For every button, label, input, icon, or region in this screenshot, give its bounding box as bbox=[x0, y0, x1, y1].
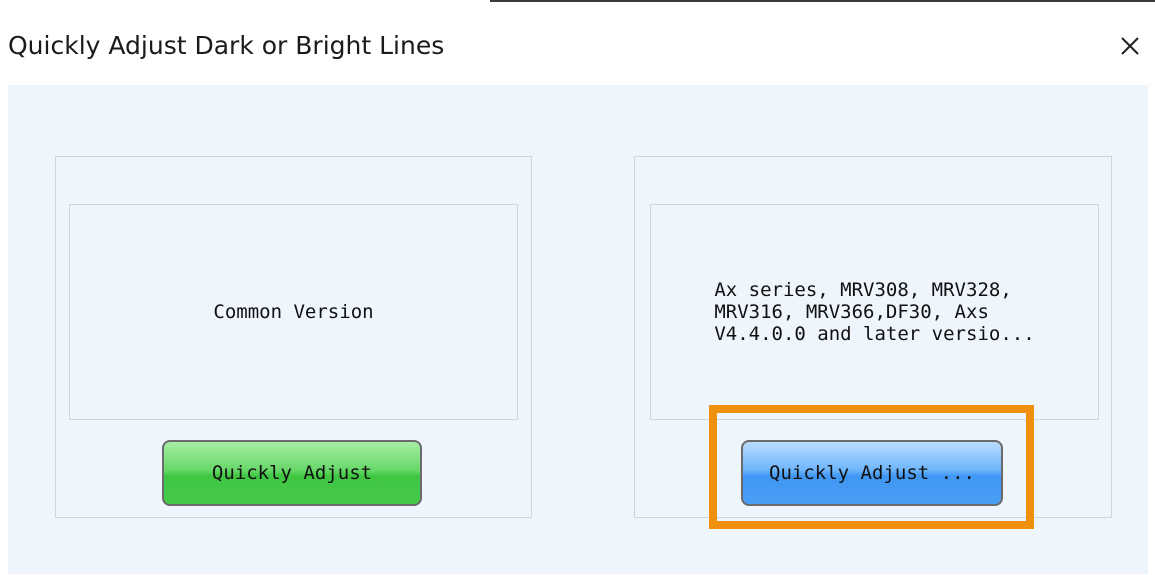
window-edge-line bbox=[490, 0, 1155, 2]
dialog-title: Quickly Adjust Dark or Bright Lines bbox=[8, 31, 445, 60]
option-description-box: Ax series, MRV308, MRV328, MRV316, MRV36… bbox=[650, 204, 1099, 420]
option-description-box: Common Version bbox=[69, 204, 518, 420]
close-button[interactable] bbox=[1112, 28, 1148, 64]
option-description: Ax series, MRV308, MRV328, MRV316, MRV36… bbox=[714, 279, 1035, 345]
close-icon bbox=[1121, 37, 1139, 55]
quickly-adjust-common-button[interactable]: Quickly Adjust bbox=[162, 440, 422, 506]
option-panel-ax-series: Ax series, MRV308, MRV328, MRV316, MRV36… bbox=[634, 156, 1112, 518]
quickly-adjust-ax-series-button[interactable]: Quickly Adjust ... bbox=[741, 440, 1003, 506]
option-description: Common Version bbox=[213, 301, 374, 323]
option-panel-common: Common Version Quickly Adjust bbox=[55, 156, 532, 518]
